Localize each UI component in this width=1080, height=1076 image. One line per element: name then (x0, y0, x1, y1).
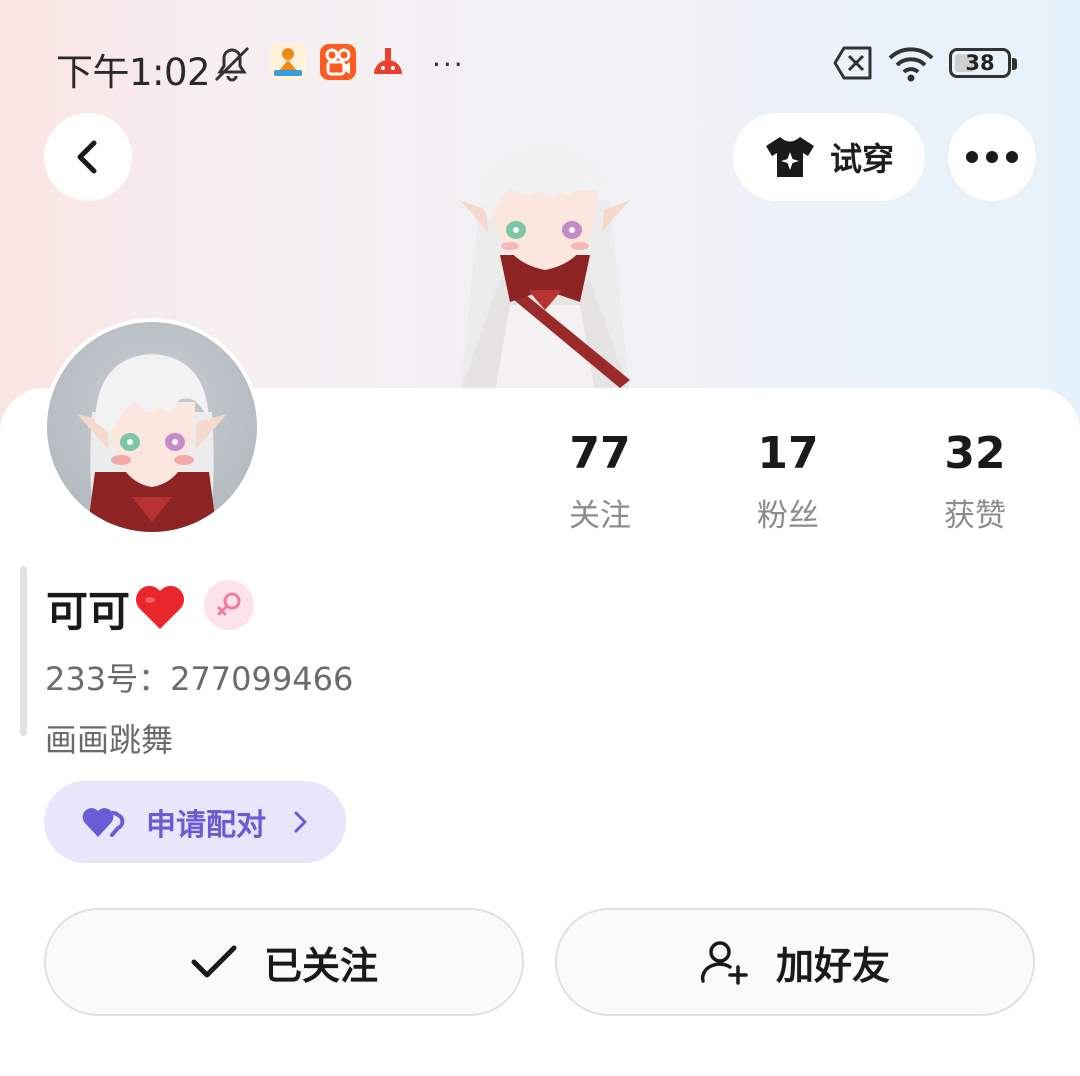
stat-likes-count: 32 (944, 428, 1006, 479)
app-notification-icon (370, 44, 406, 80)
avatar[interactable] (47, 322, 257, 532)
try-on-button[interactable]: 试穿 (733, 113, 925, 201)
profile-bio: 画画跳舞 (45, 721, 174, 759)
stat-following-count: 77 (569, 428, 631, 479)
followed-label: 已关注 (263, 943, 378, 988)
battery-percent: 38 (965, 51, 995, 75)
stat-following[interactable]: 77 关注 (510, 428, 690, 535)
battery-cap (1012, 58, 1017, 70)
stat-likes-label: 获赞 (944, 498, 1006, 534)
avatar-character-figure[interactable] (430, 130, 660, 392)
scroll-indicator (20, 566, 27, 736)
female-icon (217, 592, 241, 616)
status-bar: 下午1:02 ··· 38 (0, 30, 1080, 96)
mute-icon (210, 44, 254, 88)
stat-followers[interactable]: 17 粉丝 (698, 428, 878, 535)
chevron-right-icon (294, 811, 307, 833)
more-options-button[interactable] (948, 113, 1036, 201)
gender-badge (204, 580, 254, 630)
add-person-icon (700, 941, 748, 985)
chevron-left-icon (77, 140, 97, 174)
battery-indicator: 38 (949, 48, 1011, 78)
tshirt-sparkle-icon (765, 137, 814, 177)
stat-likes[interactable]: 32 获赞 (885, 428, 1065, 535)
apply-pairing-label: 申请配对 (146, 808, 266, 843)
try-on-label: 试穿 (829, 140, 894, 178)
app-notification-icon (270, 44, 306, 80)
stat-following-label: 关注 (569, 498, 631, 534)
kuaishou-icon (320, 44, 356, 80)
stat-followers-label: 粉丝 (757, 498, 819, 534)
apply-pairing-button[interactable]: 申请配对 (44, 781, 346, 863)
double-heart-icon (82, 808, 125, 837)
check-icon (191, 945, 237, 978)
status-time: 下午1:02 (56, 51, 211, 94)
stat-followers-count: 17 (757, 428, 819, 479)
followed-button[interactable]: 已关注 (44, 908, 524, 1016)
back-button[interactable] (44, 113, 132, 201)
add-friend-button[interactable]: 加好友 (555, 908, 1035, 1016)
sim-off-icon (832, 44, 874, 86)
wifi-icon (886, 44, 936, 88)
status-more-indicator: ··· (432, 48, 465, 81)
profile-name: 可可 (46, 587, 131, 636)
add-friend-label: 加好友 (775, 943, 890, 988)
heart-icon (133, 583, 187, 635)
account-id: 233号：277099466 (45, 660, 354, 698)
more-dots-icon (966, 151, 1018, 163)
